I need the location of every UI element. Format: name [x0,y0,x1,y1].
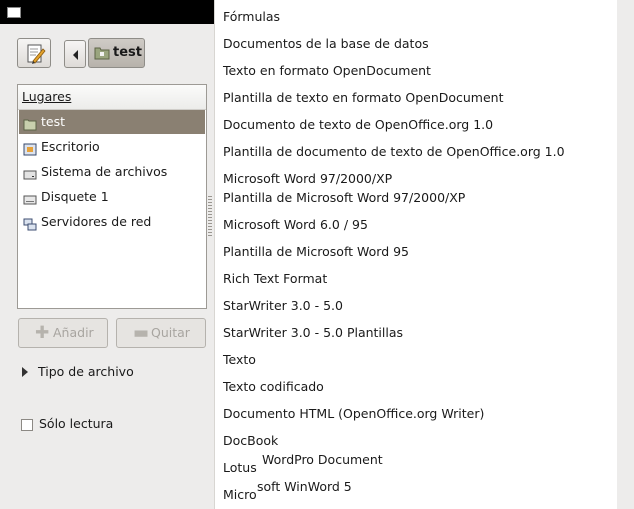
network-icon [23,215,37,231]
right-scroll-area [617,0,634,509]
menu-item[interactable]: Texto en formato OpenDocument [223,63,431,78]
places-header-label: Lugares [22,89,72,104]
menu-item-lotus-part1[interactable]: Lotus [223,460,257,475]
menu-item[interactable]: Fórmulas [223,9,280,24]
places-item-label: Sistema de archivos [41,164,168,179]
add-place-button[interactable]: ✚ Añadir [18,318,108,348]
places-item-escritorio[interactable]: Escritorio [19,135,205,159]
add-place-label: Añadir [53,325,94,340]
pane-resize-handle[interactable] [208,196,212,236]
type-location-button[interactable] [17,38,51,68]
places-item-servidores[interactable]: Servidores de red [19,210,205,234]
menu-item[interactable]: Rich Text Format [223,271,327,286]
places-item-disquete[interactable]: Disquete 1 [19,185,205,209]
readonly-label[interactable]: Sólo lectura [39,416,113,431]
remove-place-label: Quitar [151,325,190,340]
menu-item-winword-part2[interactable]: soft WinWord 5 [257,479,352,494]
menu-item[interactable]: Plantilla de Microsoft Word 95 [223,244,409,259]
menu-item[interactable]: Plantilla de documento de texto de OpenO… [223,144,565,159]
menu-item[interactable]: Documentos de la base de datos [223,36,429,51]
menu-item[interactable]: DocBook [223,433,278,448]
plus-icon: ✚ [35,323,50,343]
minus-icon: ▬ [133,323,150,343]
menu-item[interactable]: Texto codificado [223,379,324,394]
menu-item[interactable]: Documento de texto de OpenOffice.org 1.0 [223,117,493,132]
places-item-label: Disquete 1 [41,189,109,204]
menu-item-lotus-part2[interactable]: WordPro Document [262,452,383,467]
file-type-label: Tipo de archivo [38,364,134,379]
chevron-left-icon [65,50,87,72]
menu-item[interactable]: Plantilla de texto en formato OpenDocume… [223,90,504,105]
path-button-current[interactable]: test [88,38,145,68]
places-list[interactable]: Lugares test Escritorio Sistema de archi… [17,84,207,309]
folder-icon [94,46,110,63]
places-item-sistema[interactable]: Sistema de archivos [19,160,205,184]
menu-item[interactable]: StarWriter 3.0 - 5.0 Plantillas [223,325,403,340]
remove-place-button[interactable]: ▬ Quitar [116,318,206,348]
harddisk-icon [23,165,37,180]
readonly-checkbox[interactable] [21,419,33,431]
places-item-label: Servidores de red [41,214,152,229]
desktop-icon [23,140,37,156]
menu-item-winword-part1[interactable]: Micro [223,487,257,502]
file-type-dropdown-menu[interactable]: Fórmulas Documentos de la base de datos … [214,0,618,509]
places-header[interactable]: Lugares [18,85,206,110]
path-back-button[interactable] [64,40,86,68]
menu-item[interactable]: Microsoft Word 6.0 / 95 [223,217,368,232]
menu-item[interactable]: Texto [223,352,256,367]
floppy-icon [23,190,37,205]
window-icon [7,7,21,18]
places-item-test[interactable]: test [19,110,205,134]
menu-item[interactable]: Documento HTML (OpenOffice.org Writer) [223,406,484,421]
places-item-label: test [41,114,66,129]
menu-item[interactable]: StarWriter 3.0 - 5.0 [223,298,343,313]
menu-item[interactable]: Microsoft Word 97/2000/XP [223,171,392,186]
edit-pencil-icon [18,44,52,72]
menu-item[interactable]: Plantilla de Microsoft Word 97/2000/XP [223,190,465,205]
places-item-label: Escritorio [41,139,100,154]
folder-icon [23,115,37,131]
path-button-label: test [113,45,142,60]
expander-arrow-icon [22,367,28,377]
